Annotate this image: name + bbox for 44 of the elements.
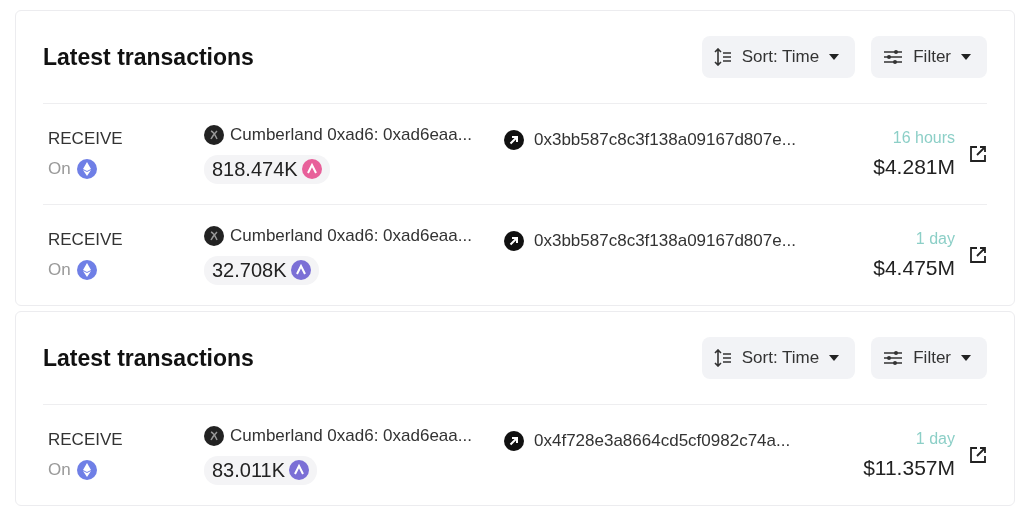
- transaction-type: RECEIVE: [48, 129, 124, 149]
- chain-label: On: [48, 159, 71, 179]
- sort-icon: [713, 349, 732, 367]
- caret-icon: [961, 54, 971, 60]
- receiver-address[interactable]: 0x4f728e3a8664cd5cf0982c74a...: [534, 431, 791, 451]
- filter-button[interactable]: Filter: [871, 36, 987, 78]
- amount-chip: 32.708K: [204, 255, 319, 285]
- time-ago: 1 day: [915, 230, 955, 248]
- sort-button[interactable]: Sort: Time: [701, 337, 856, 379]
- filter-button[interactable]: Filter: [871, 337, 987, 379]
- time-ago: 16 hours: [892, 129, 955, 147]
- caret-icon: [829, 355, 840, 361]
- usd-value: $4.281M: [873, 155, 955, 179]
- external-link-icon[interactable]: [969, 246, 987, 264]
- chain-label: On: [48, 260, 71, 280]
- chain-label: On: [48, 460, 71, 480]
- amount-chip: 83.011K: [204, 455, 318, 485]
- transaction-type: RECEIVE: [48, 430, 124, 450]
- sender-address[interactable]: Cumberland 0xad6: 0xad6eaa...: [230, 425, 472, 446]
- receiver-address[interactable]: 0x3bb587c8c3f138a09167d807e...: [534, 231, 796, 251]
- sort-button[interactable]: Sort: Time: [701, 36, 856, 78]
- sender-address[interactable]: Cumberland 0xad6: 0xad6eaa...: [230, 225, 472, 246]
- avatar-icon: [204, 225, 224, 246]
- ethereum-icon: [76, 159, 97, 179]
- time-ago: 1 day: [915, 430, 955, 448]
- panel-title: Latest transactions: [43, 344, 254, 372]
- filter-icon: [883, 48, 904, 66]
- panel-title: Latest transactions: [43, 43, 254, 71]
- usd-value: $4.475M: [873, 256, 955, 280]
- filter-icon: [883, 349, 904, 367]
- avatar-icon: [204, 124, 224, 145]
- sort-icon: [713, 48, 732, 66]
- avatar-icon: [204, 425, 224, 446]
- transaction-type: RECEIVE: [48, 230, 124, 250]
- caret-icon: [961, 355, 971, 361]
- caret-icon: [829, 54, 840, 60]
- ethereum-icon: [76, 460, 97, 480]
- external-link-icon[interactable]: [969, 145, 987, 163]
- amount-chip: 818.474K: [204, 154, 330, 184]
- sender-address[interactable]: Cumberland 0xad6: 0xad6eaa...: [230, 124, 472, 145]
- external-link-icon[interactable]: [969, 446, 987, 464]
- receiver-address[interactable]: 0x3bb587c8c3f138a09167d807e...: [534, 130, 796, 150]
- usd-value: $11.357M: [863, 456, 955, 480]
- ethereum-icon: [76, 260, 97, 280]
